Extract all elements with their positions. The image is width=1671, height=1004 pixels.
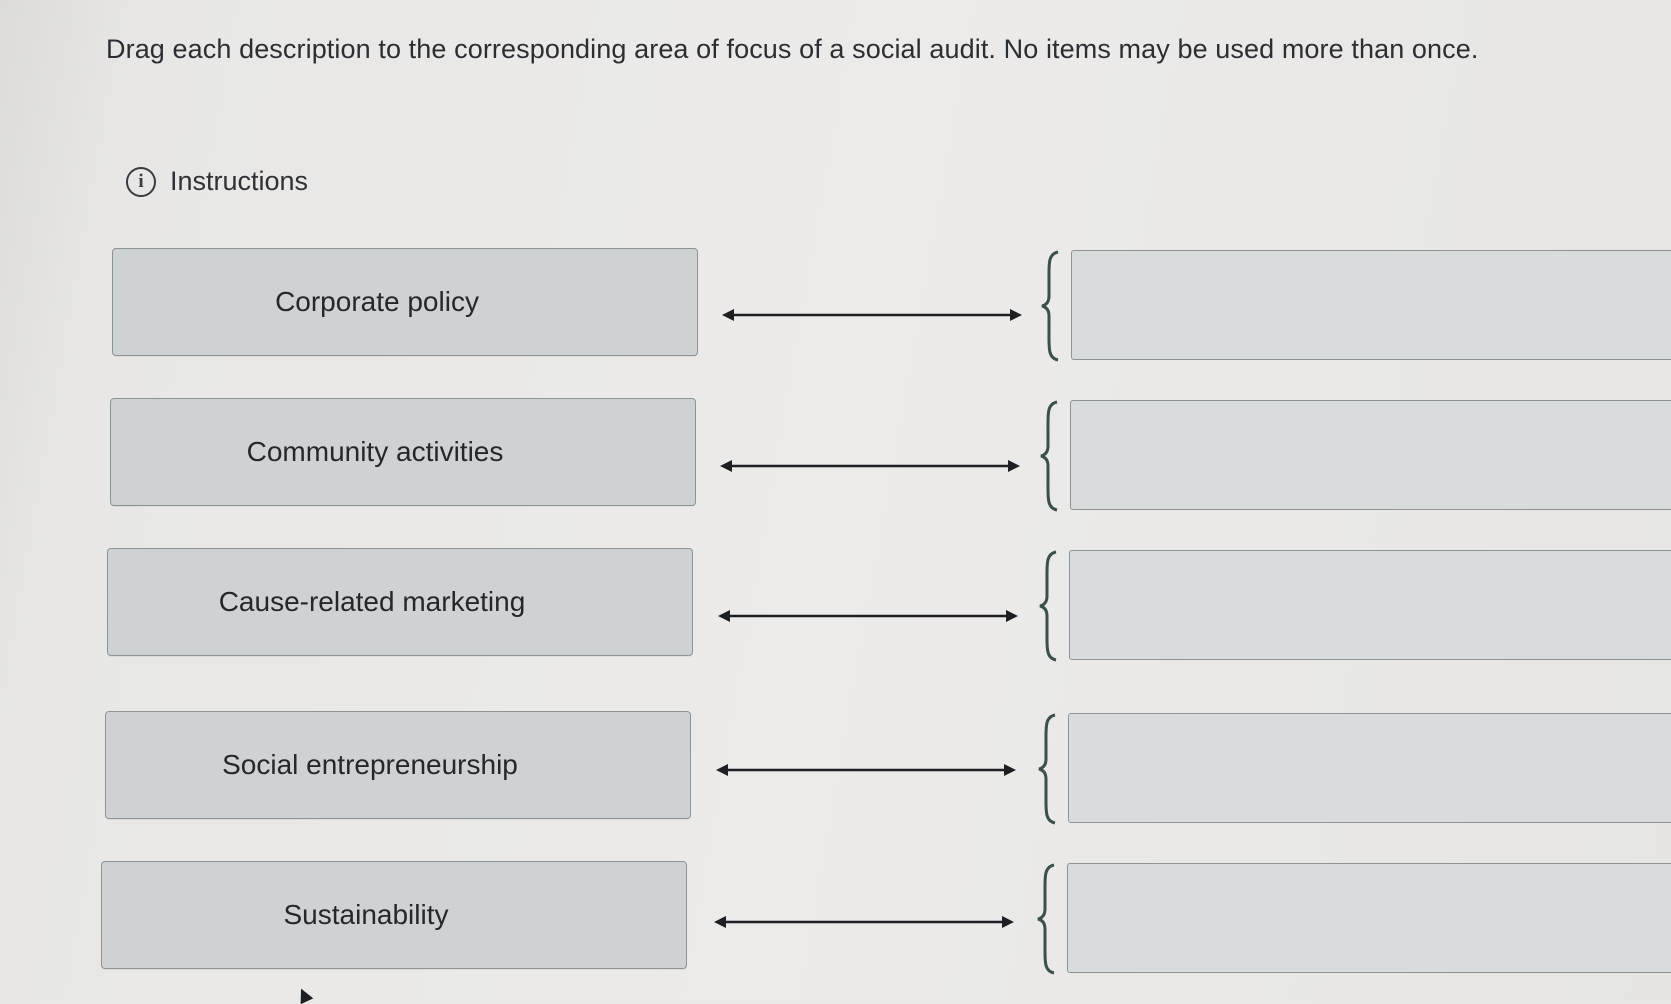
dropzone[interactable]: [1070, 400, 1671, 510]
item-label: Community activities: [246, 436, 504, 467]
item-label: Corporate policy: [275, 286, 479, 317]
double-arrow-icon: [722, 309, 1022, 321]
double-arrow-icon: [716, 764, 1016, 776]
double-arrow-icon: [718, 610, 1018, 622]
instructions-label: Instructions: [170, 166, 309, 196]
brace-icon: [1039, 550, 1057, 662]
draggable-item-social-entrepreneurship[interactable]: Social entrepreneurship: [105, 711, 691, 819]
item-label: Sustainability: [283, 899, 449, 930]
draggable-item-sustainability[interactable]: Sustainability: [101, 861, 687, 969]
dropzone[interactable]: [1067, 863, 1671, 973]
instructions-toggle[interactable]: i Instructions: [126, 166, 308, 197]
match-row: Corporate policy: [0, 248, 1671, 362]
match-row: Social entrepreneurship: [0, 697, 1671, 825]
dropzone[interactable]: [1071, 250, 1671, 360]
match-row: Sustainability: [0, 848, 1671, 975]
item-label: Social entrepreneurship: [222, 749, 518, 780]
mouse-cursor-icon: [294, 985, 314, 1004]
match-row: Community activities: [0, 398, 1671, 512]
brace-icon: [1038, 713, 1056, 825]
item-label: Cause-related marketing: [218, 586, 526, 617]
double-arrow-icon: [714, 916, 1014, 928]
dropzone[interactable]: [1068, 713, 1671, 823]
page-background: Drag each description to the correspondi…: [0, 0, 1671, 1004]
draggable-item-community-activities[interactable]: Community activities: [110, 398, 696, 506]
draggable-item-corporate-policy[interactable]: Corporate policy: [112, 248, 698, 356]
dropzone[interactable]: [1069, 550, 1671, 660]
brace-icon: [1040, 400, 1058, 512]
draggable-item-cause-related-marketing[interactable]: Cause-related marketing: [107, 548, 693, 656]
question-prompt: Drag each description to the correspondi…: [106, 34, 1479, 64]
info-icon: i: [126, 166, 156, 197]
brace-icon: [1041, 250, 1059, 362]
match-row: Cause-related marketing: [0, 547, 1671, 662]
double-arrow-icon: [720, 460, 1020, 472]
brace-icon: [1037, 863, 1055, 975]
